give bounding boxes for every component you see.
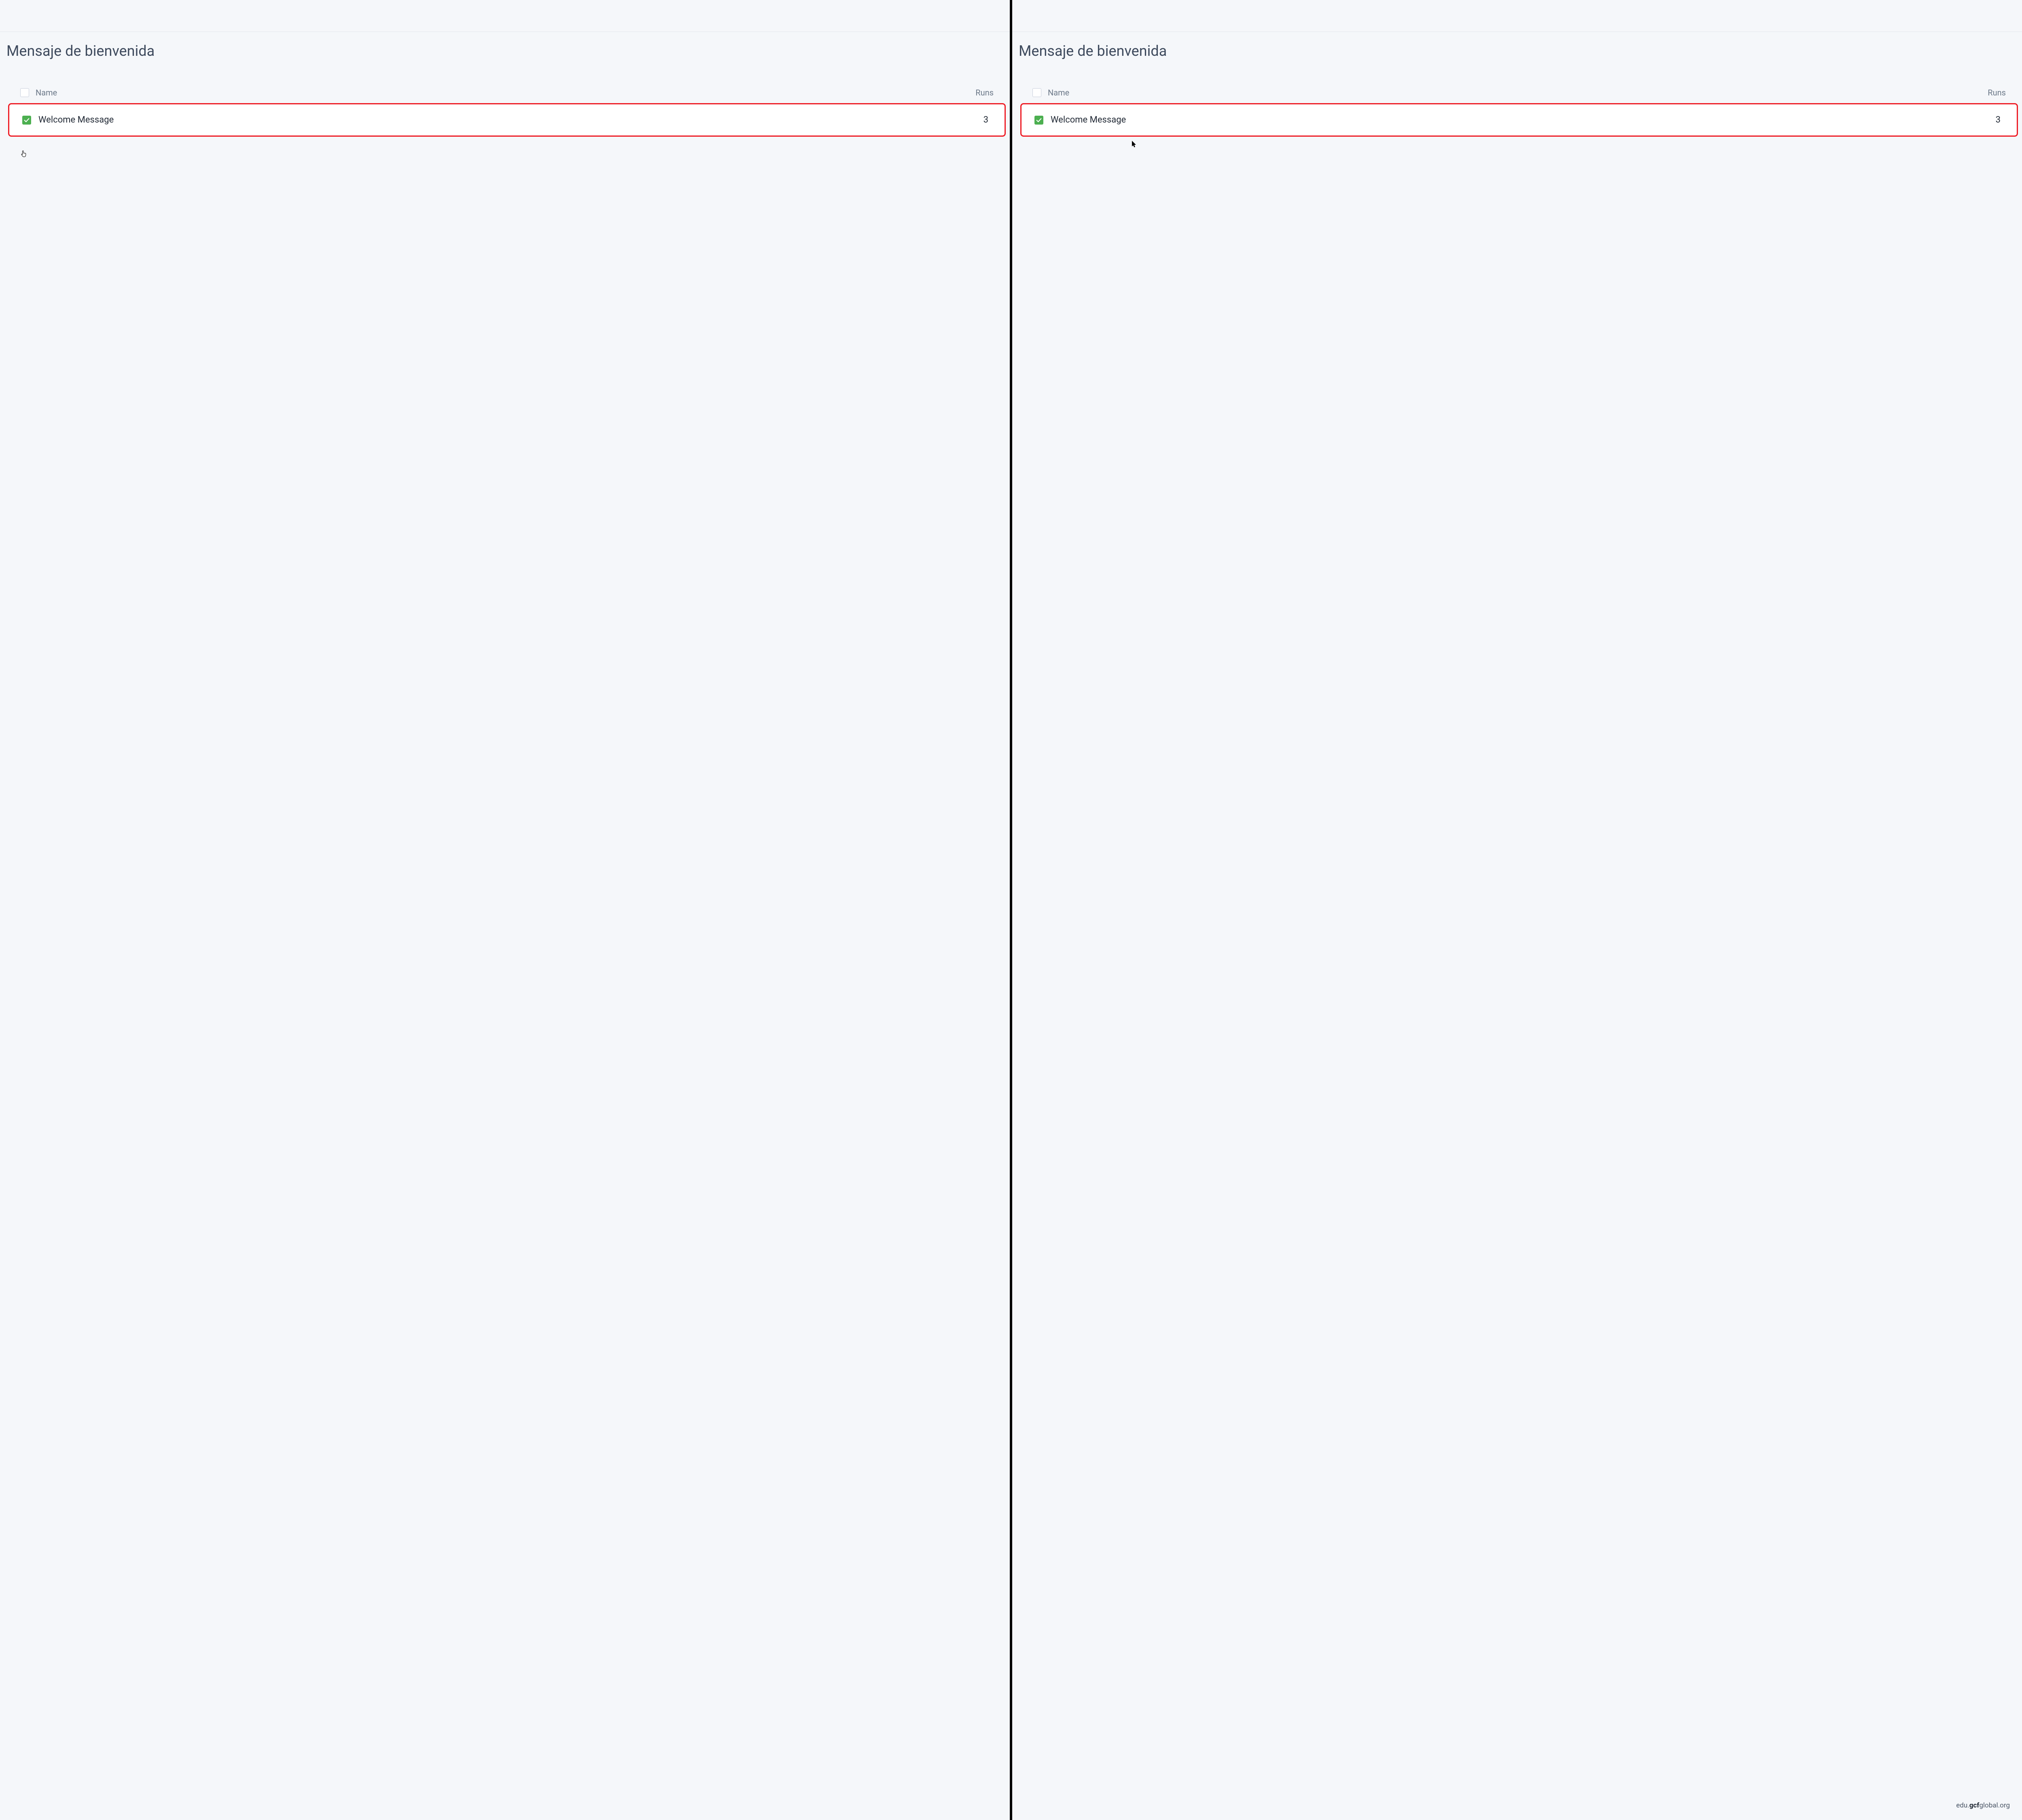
top-bar	[1012, 0, 2022, 32]
arrow-cursor-icon	[1132, 141, 1137, 148]
content-area: Mensaje de bienvenida Name Runs	[1012, 32, 2022, 137]
checkmark-icon	[23, 117, 30, 123]
row-runs: 3	[1996, 115, 2001, 125]
pane-right: Mensaje de bienvenida Name Runs	[1012, 0, 2022, 1820]
name-header-label: Name	[36, 88, 57, 97]
select-all-checkbox[interactable]	[1032, 88, 1041, 97]
section-title: Mensaje de bienvenida	[1019, 42, 2022, 59]
row-runs: 3	[984, 115, 988, 125]
row-checkbox-checked[interactable]	[22, 116, 31, 125]
attribution-suffix: global.org	[1979, 1801, 2010, 1809]
list-header: Name Runs	[1019, 88, 2022, 103]
column-name-header: Name	[20, 88, 975, 97]
column-runs-header: Runs	[975, 88, 994, 97]
row-checkbox-checked[interactable]	[1034, 116, 1043, 125]
name-header-label: Name	[1048, 88, 1069, 97]
split-view: Mensaje de bienvenida Name Runs	[0, 0, 2022, 1820]
attribution-prefix: edu.	[1956, 1801, 1969, 1809]
checkmark-icon	[1036, 117, 1042, 123]
column-runs-header: Runs	[1988, 88, 2006, 97]
row-container: Welcome Message 3	[1019, 103, 2022, 137]
row-name: Welcome Message	[38, 115, 114, 125]
pointer-cursor-icon	[21, 150, 27, 157]
section-title: Mensaje de bienvenida	[6, 42, 1010, 59]
attribution-bold: gcf	[1969, 1801, 1980, 1809]
column-name-header: Name	[1032, 88, 1988, 97]
top-bar	[0, 0, 1010, 32]
select-all-checkbox[interactable]	[20, 88, 29, 97]
pane-left: Mensaje de bienvenida Name Runs	[0, 0, 1010, 1820]
list-header: Name Runs	[6, 88, 1010, 103]
table-row[interactable]: Welcome Message 3	[1020, 103, 2018, 137]
table-row[interactable]: Welcome Message 3	[8, 103, 1006, 137]
row-name: Welcome Message	[1051, 115, 1126, 125]
attribution: edu.gcfglobal.org	[1956, 1801, 2010, 1809]
row-container: Welcome Message 3	[6, 103, 1010, 137]
content-area: Mensaje de bienvenida Name Runs	[0, 32, 1010, 137]
